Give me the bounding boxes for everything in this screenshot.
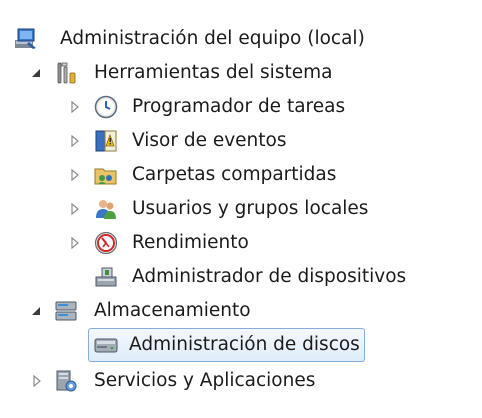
clock-icon — [94, 95, 118, 119]
tree-label-device-manager: Administrador de dispositivos — [132, 266, 407, 287]
tree-node-device-manager[interactable]: Administrador de dispositivos — [0, 260, 470, 294]
tree-node-system-tools[interactable]: Herramientas del sistema — [0, 56, 460, 90]
tree-node-event-viewer[interactable]: Visor de eventos — [0, 124, 460, 158]
tree-label-system-tools: Herramientas del sistema — [94, 62, 333, 83]
tree-label-task-scheduler: Programador de tareas — [132, 96, 346, 117]
users-icon — [96, 200, 116, 219]
expand-arrow-icon[interactable] — [68, 202, 82, 216]
tree-node-performance[interactable]: Rendimiento — [0, 226, 460, 260]
services-icon — [56, 370, 77, 392]
expand-arrow-icon[interactable] — [30, 374, 44, 388]
tree-label-storage: Almacenamiento — [94, 300, 251, 321]
tree-label-disk-management: Administración de discos — [88, 328, 365, 362]
performance-icon — [94, 231, 118, 255]
tree-node-root[interactable]: Administración del equipo (local) — [0, 22, 460, 56]
tree-label-local-users: Usuarios y grupos locales — [132, 198, 369, 219]
tree-node-services[interactable]: Servicios y Aplicaciones — [0, 364, 460, 398]
tree-label-event-viewer: Visor de eventos — [132, 130, 287, 151]
expand-arrow-icon[interactable] — [68, 168, 82, 182]
device-manager-icon — [95, 267, 117, 287]
tools-icon — [57, 62, 76, 84]
expand-arrow-icon[interactable] — [68, 134, 82, 148]
collapse-arrow-icon[interactable] — [30, 66, 44, 80]
tree-view: Administración del equipo (local) Herram… — [0, 0, 482, 418]
tree-node-local-users[interactable]: Usuarios y grupos locales — [0, 192, 460, 226]
expand-arrow-icon[interactable] — [68, 236, 82, 250]
disk-icon — [94, 338, 118, 353]
event-viewer-icon — [95, 130, 117, 152]
tree-label-services: Servicios y Aplicaciones — [94, 370, 316, 391]
tree-node-task-scheduler[interactable]: Programador de tareas — [0, 90, 460, 124]
tree-label-root: Administración del equipo (local) — [60, 28, 365, 49]
computer-management-icon — [15, 28, 36, 49]
tree-node-storage[interactable]: Almacenamiento — [0, 294, 460, 328]
shared-folders-icon — [94, 168, 117, 185]
tree-label-shared-folders: Carpetas compartidas — [132, 164, 337, 185]
tree-node-shared-folders[interactable]: Carpetas compartidas — [0, 158, 460, 192]
tree-node-disk-management[interactable]: Administración de discos — [0, 328, 460, 362]
expand-arrow-icon[interactable] — [68, 100, 82, 114]
tree-label-performance: Rendimiento — [132, 232, 249, 253]
collapse-arrow-icon[interactable] — [30, 304, 44, 318]
storage-icon — [55, 301, 77, 321]
